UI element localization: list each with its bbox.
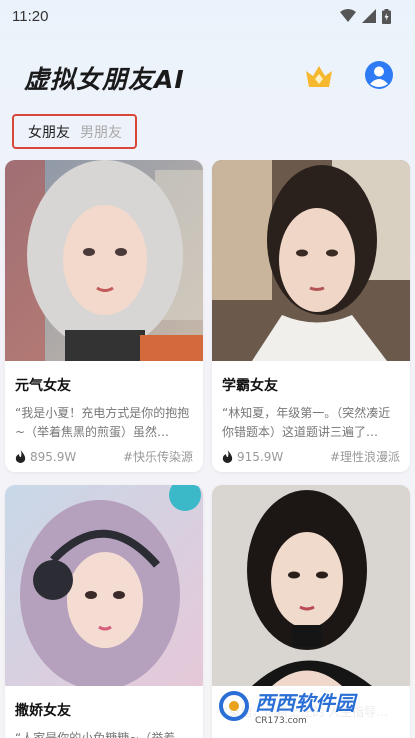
character-portrait: [212, 485, 410, 686]
character-portrait: [5, 485, 203, 686]
status-bar: 11:20: [0, 0, 415, 32]
card-description: “人家是你的小兔糖糖~（举着…: [15, 731, 188, 738]
heat-value: 895.9W: [30, 449, 77, 464]
watermark-subtext: CR173.com: [255, 715, 307, 726]
signal-icon: [362, 9, 376, 23]
header: 虚拟女朋友AI: [0, 50, 415, 106]
card-description: “我是小夏！充电方式是你的抱抱~（举着焦黑的煎蛋）虽然…: [15, 406, 190, 439]
tab-boyfriend[interactable]: 男朋友: [80, 122, 122, 142]
heat-count: 895.9W: [15, 450, 76, 464]
vip-button[interactable]: [303, 60, 335, 92]
watermark-logo-icon: [219, 691, 249, 721]
character-card[interactable]: 元气女友 “我是小夏！充电方式是你的抱抱~（举着焦黑的煎蛋）虽然… 895.9W…: [5, 160, 203, 472]
character-portrait: [212, 160, 410, 361]
flame-icon: [15, 450, 26, 463]
watermark: 西西软件园 CR173.com: [213, 686, 409, 726]
flame-icon: [222, 450, 233, 463]
app-title: 虚拟女朋友AI: [24, 65, 185, 94]
card-tag: #快乐传染源: [122, 450, 193, 464]
gender-tabs: 女朋友 男朋友: [12, 114, 137, 149]
card-description: “林知夏，年级第一。（突然凑近你错题本）这道题讲三遍了…: [222, 406, 391, 439]
status-time: 11:20: [12, 7, 49, 25]
character-portrait: [5, 160, 203, 361]
status-icons: [340, 8, 391, 24]
crown-icon: [306, 66, 332, 87]
wifi-icon: [340, 9, 356, 22]
tab-girlfriend[interactable]: 女朋友: [28, 122, 70, 142]
character-card[interactable]: 学霸女友 “林知夏，年级第一。（突然凑近你错题本）这道题讲三遍了… 915.9W…: [212, 160, 410, 472]
character-card[interactable]: 撒娇女友 “人家是你的小兔糖糖~（举着…: [5, 485, 203, 738]
card-title: 撒娇女友: [15, 703, 71, 719]
heat-value: 915.9W: [237, 449, 284, 464]
watermark-text: 西西软件园: [255, 690, 355, 715]
battery-icon: [382, 8, 391, 24]
card-title: 学霸女友: [222, 378, 278, 394]
card-tag: #理性浪漫派: [329, 450, 400, 464]
profile-button[interactable]: [364, 60, 394, 90]
heat-count: 915.9W: [222, 450, 283, 464]
card-title: 元气女友: [15, 378, 71, 394]
user-icon: [365, 61, 393, 89]
